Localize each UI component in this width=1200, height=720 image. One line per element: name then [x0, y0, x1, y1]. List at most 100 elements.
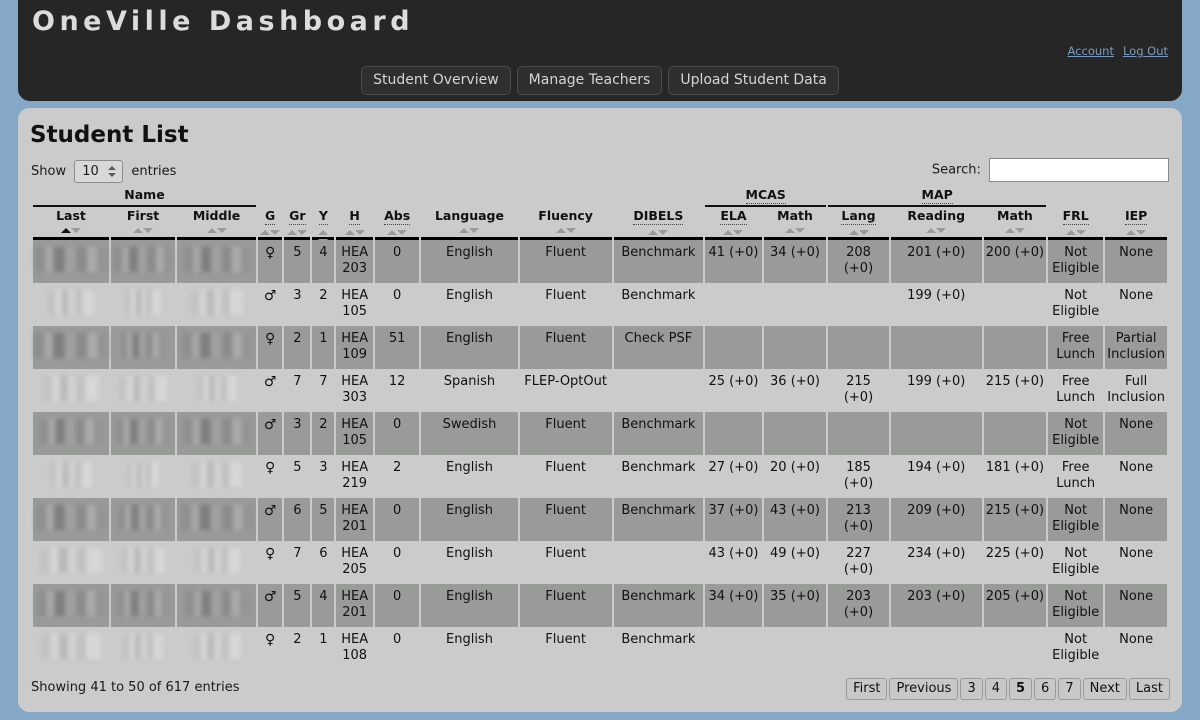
- sort-descending-icon[interactable]: [354, 230, 365, 235]
- page-6[interactable]: 6: [1034, 678, 1057, 700]
- column-header-lang-13[interactable]: Lang: [828, 207, 889, 240]
- nav-upload-student-data[interactable]: Upload Student Data: [668, 66, 839, 95]
- sort-ascending-icon[interactable]: [1126, 230, 1137, 235]
- nav-manage-teachers[interactable]: Manage Teachers: [516, 66, 663, 95]
- sort-descending-icon[interactable]: [270, 230, 281, 235]
- sort-arrows[interactable]: [765, 224, 825, 235]
- sort-ascending-icon[interactable]: [1004, 228, 1015, 233]
- page-3[interactable]: 3: [960, 678, 983, 700]
- sort-ascending-icon[interactable]: [459, 228, 470, 233]
- sort-arrows[interactable]: [521, 224, 611, 235]
- page-5[interactable]: 5: [1009, 678, 1033, 700]
- sort-ascending-icon[interactable]: [723, 230, 734, 235]
- table-row[interactable]: ♀ 7 6 HEA 205 0 English Fluent 43 (+0) 49 (+0) 22…: [33, 541, 1167, 584]
- sort-arrows[interactable]: [337, 226, 372, 237]
- sort-descending-icon[interactable]: [1136, 230, 1147, 235]
- sort-ascending-icon[interactable]: [1065, 230, 1076, 235]
- column-header-last-0[interactable]: Last: [33, 207, 109, 240]
- page-next[interactable]: Next: [1082, 678, 1127, 700]
- table-row[interactable]: ♂ 3 2 HEA 105 0 Swedish Fluent Benchmark Not Eli…: [33, 412, 1167, 455]
- sort-ascending-icon[interactable]: [61, 228, 71, 233]
- column-header-reading-14[interactable]: Reading: [890, 207, 982, 240]
- sort-descending-icon[interactable]: [71, 228, 81, 233]
- column-header-y-5[interactable]: Y: [312, 207, 335, 244]
- sort-arrows[interactable]: [285, 226, 309, 237]
- sort-ascending-icon[interactable]: [848, 230, 859, 235]
- sort-descending-icon[interactable]: [936, 228, 947, 233]
- sort-ascending-icon[interactable]: [260, 230, 271, 235]
- table-row[interactable]: ♀ 5 3 HEA 219 2 English Fluent Benchmark 27 (+0)…: [33, 455, 1167, 498]
- sort-descending-icon[interactable]: [795, 228, 806, 233]
- sort-arrows[interactable]: [892, 224, 981, 235]
- search-input[interactable]: [989, 158, 1169, 182]
- sort-arrows[interactable]: [259, 226, 281, 237]
- sort-arrows[interactable]: [376, 226, 418, 237]
- sort-arrows[interactable]: [313, 226, 333, 244]
- sort-arrows[interactable]: [34, 224, 108, 235]
- sort-descending-icon[interactable]: [733, 230, 744, 235]
- sort-ascending-icon[interactable]: [344, 230, 355, 235]
- sort-descending-icon[interactable]: [1075, 230, 1086, 235]
- sort-ascending-icon[interactable]: [387, 230, 398, 235]
- sort-arrows[interactable]: [985, 224, 1045, 235]
- sort-descending-icon[interactable]: [318, 239, 329, 244]
- column-header-ela-11[interactable]: ELA: [705, 207, 762, 240]
- column-header-iep-17[interactable]: IEP: [1105, 207, 1167, 240]
- sort-ascending-icon[interactable]: [648, 230, 659, 235]
- column-header-gr-4[interactable]: Gr: [284, 207, 311, 240]
- table-row[interactable]: ♀ 2 1 HEA 109 51 English Fluent Check PSF Free L…: [33, 326, 1167, 369]
- sort-descending-icon[interactable]: [469, 228, 480, 233]
- sort-ascending-icon[interactable]: [318, 230, 329, 235]
- column-header-math-15[interactable]: Math: [983, 207, 1047, 240]
- stepper-up-icon[interactable]: [108, 166, 117, 170]
- sort-ascending-icon[interactable]: [926, 228, 937, 233]
- sort-arrows[interactable]: [1049, 226, 1102, 237]
- sort-arrows[interactable]: [706, 226, 761, 237]
- sort-arrows[interactable]: [112, 224, 174, 235]
- logout-link[interactable]: Log Out: [1123, 44, 1168, 58]
- column-header-dibels-10[interactable]: DIBELS: [613, 207, 704, 240]
- sort-ascending-icon[interactable]: [555, 228, 566, 233]
- sort-descending-icon[interactable]: [858, 230, 869, 235]
- sort-descending-icon[interactable]: [397, 230, 408, 235]
- table-row[interactable]: ♂ 5 4 HEA 201 0 English Fluent Benchmark 34 (+0)…: [33, 584, 1167, 627]
- column-header-first-1[interactable]: First: [111, 207, 176, 240]
- page-last[interactable]: Last: [1128, 678, 1170, 700]
- sort-arrows[interactable]: [178, 224, 255, 235]
- sort-descending-icon[interactable]: [565, 228, 576, 233]
- sort-ascending-icon[interactable]: [287, 230, 298, 235]
- stepper-down-icon[interactable]: [108, 173, 117, 177]
- column-header-abs-7[interactable]: Abs: [375, 207, 420, 240]
- page-7[interactable]: 7: [1058, 678, 1081, 700]
- sort-ascending-icon[interactable]: [206, 228, 217, 233]
- sort-descending-icon[interactable]: [143, 228, 154, 233]
- column-header-math-12[interactable]: Math: [763, 207, 827, 240]
- sort-ascending-icon[interactable]: [785, 228, 796, 233]
- table-row[interactable]: ♀ 2 1 HEA 108 0 English Fluent Benchmark Not Eli…: [33, 627, 1167, 670]
- sort-arrows[interactable]: [1106, 226, 1166, 237]
- table-row[interactable]: ♀ 5 4 HEA 203 0 English Fluent Benchmark 41 (+0)…: [33, 240, 1167, 283]
- column-header-h-6[interactable]: H: [336, 207, 373, 240]
- page-first[interactable]: First: [846, 678, 888, 700]
- sort-arrows[interactable]: [829, 226, 888, 237]
- sort-descending-icon[interactable]: [216, 228, 227, 233]
- table-row[interactable]: ♂ 3 2 HEA 105 0 English Fluent Benchmark 199 (+0…: [33, 283, 1167, 326]
- table-row[interactable]: ♂ 7 7 HEA 303 12 Spanish FLEP-OptOut 25 (+0) 36 …: [33, 369, 1167, 412]
- account-link[interactable]: Account: [1068, 44, 1114, 58]
- page-4[interactable]: 4: [984, 678, 1007, 700]
- sort-arrows[interactable]: [422, 224, 516, 235]
- sort-descending-icon[interactable]: [1014, 228, 1025, 233]
- sort-arrows[interactable]: [615, 226, 702, 237]
- column-header-middle-2[interactable]: Middle: [177, 207, 256, 240]
- page-length-stepper[interactable]: 10: [74, 160, 124, 183]
- table-row[interactable]: ♂ 6 5 HEA 201 0 English Fluent Benchmark 37 (+0)…: [33, 498, 1167, 541]
- page-previous[interactable]: Previous: [889, 678, 959, 700]
- column-header-frl-16[interactable]: FRL: [1048, 207, 1104, 240]
- nav-student-overview[interactable]: Student Overview: [361, 66, 511, 95]
- column-header-fluency-9[interactable]: Fluency: [519, 207, 612, 240]
- column-header-language-8[interactable]: Language: [421, 207, 518, 240]
- sort-descending-icon[interactable]: [297, 230, 308, 235]
- sort-ascending-icon[interactable]: [133, 228, 144, 233]
- sort-descending-icon[interactable]: [658, 230, 669, 235]
- column-header-g-3[interactable]: G: [257, 207, 283, 240]
